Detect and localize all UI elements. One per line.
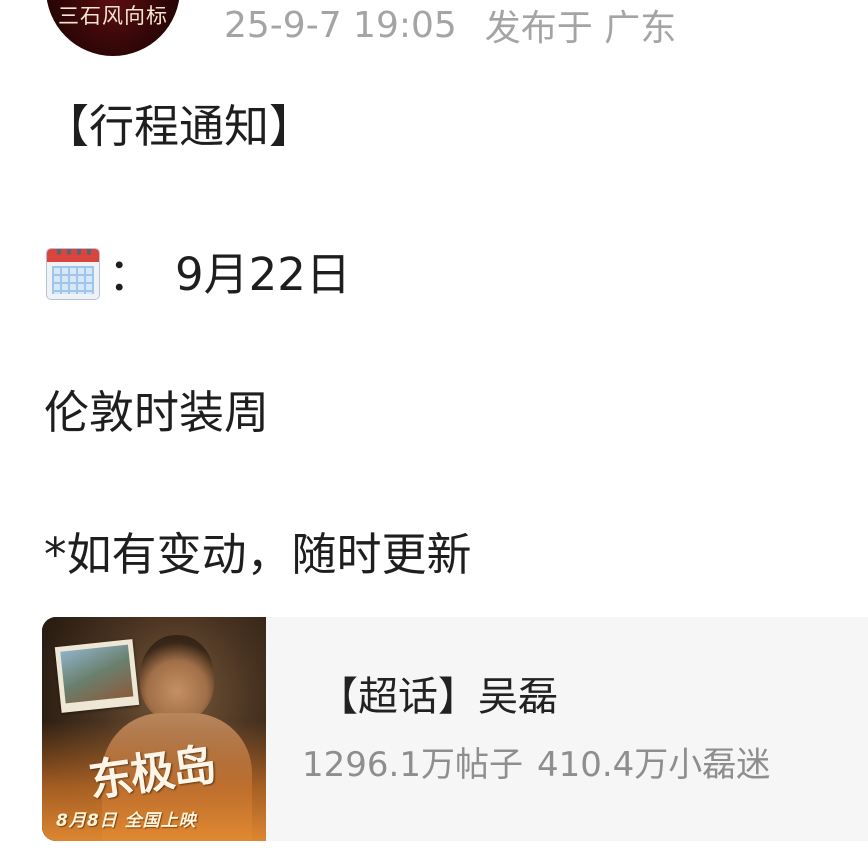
avatar-text: 三石风向标 xyxy=(58,4,168,28)
post-date-line: ： 9月22日 xyxy=(46,248,351,300)
avatar[interactable]: 三石风向标 xyxy=(46,0,180,56)
posts-count: 1296.1万帖子 xyxy=(302,745,523,785)
calendar-icon xyxy=(46,248,100,300)
super-topic-card[interactable]: 东极岛 8月8日 全国上映 【超话】吴磊 1296.1万帖子 410.4万小磊迷 xyxy=(42,617,868,841)
post-event: 伦敦时装周 xyxy=(44,386,270,439)
post-note: *如有变动，随时更新 xyxy=(44,528,472,581)
post-timestamp: 25-9-7 19:05 xyxy=(224,4,457,46)
poster-release-date: 8月8日 全国上映 xyxy=(56,811,197,831)
movie-poster-thumbnail: 东极岛 8月8日 全国上映 xyxy=(42,617,266,841)
fans-count: 410.4万小磊迷 xyxy=(536,745,771,785)
super-topic-title: 【超话】吴磊 xyxy=(318,674,558,720)
date-separator: ： xyxy=(108,247,154,301)
weibo-post: 三石风向标 25-9-7 19:05 发布于 广东 【行程通知】 ： 9月22日… xyxy=(0,0,868,852)
post-heading: 【行程通知】 xyxy=(44,100,315,153)
post-location: 发布于 广东 xyxy=(484,8,677,49)
post-meta: 25-9-7 19:05 发布于 广东 xyxy=(224,0,676,50)
post-date: 9月22日 xyxy=(175,247,351,301)
super-topic-stats: 1296.1万帖子 410.4万小磊迷 xyxy=(302,748,770,782)
